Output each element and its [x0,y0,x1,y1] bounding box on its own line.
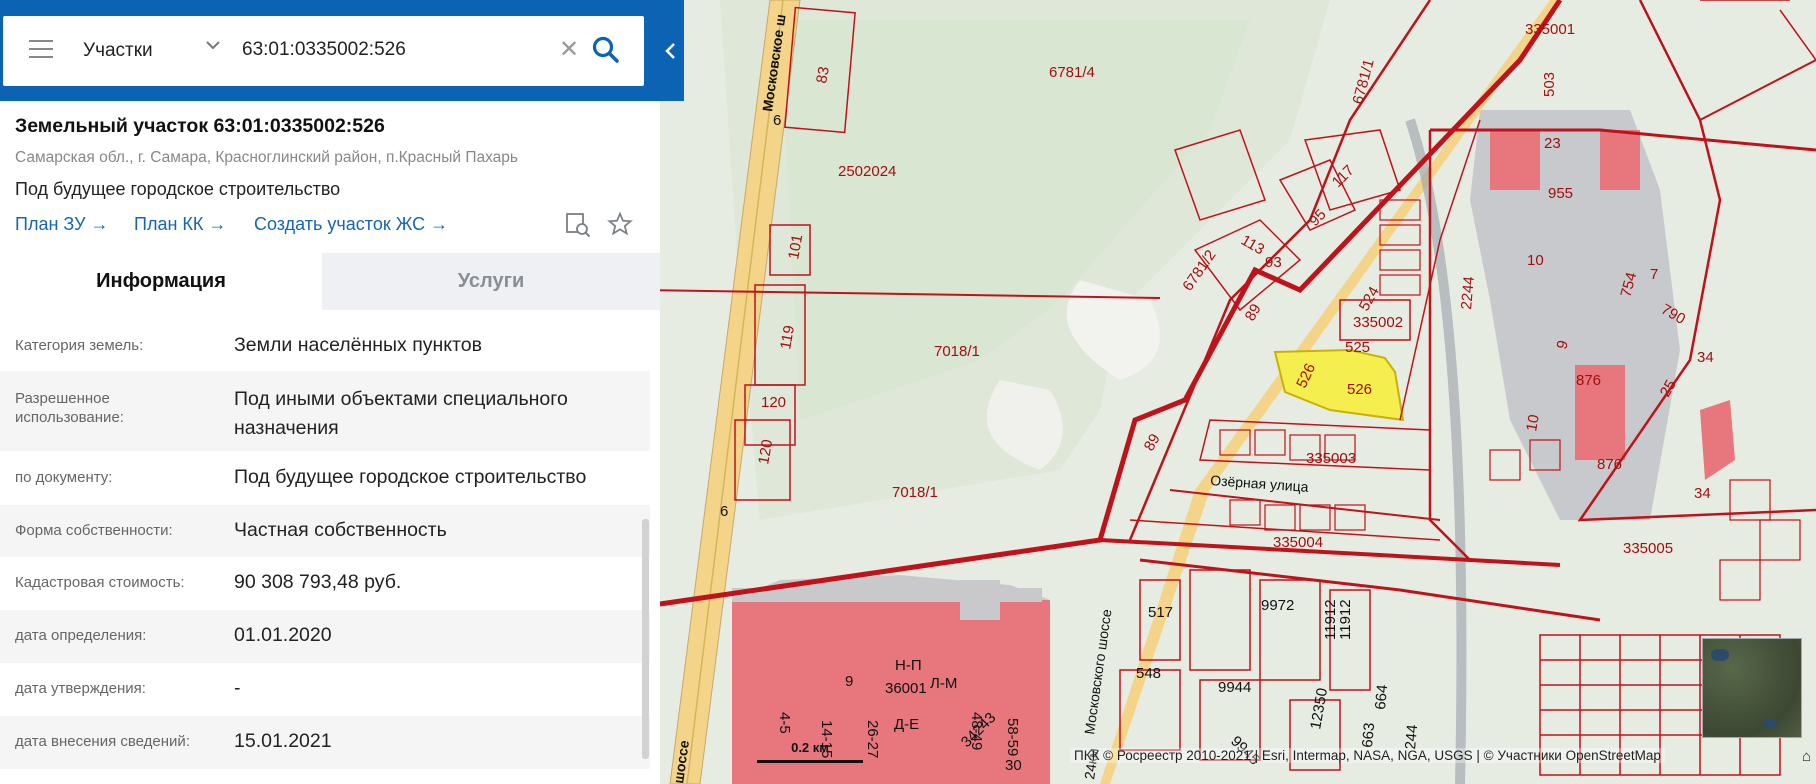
svg-text:6781/4: 6781/4 [1049,64,1095,81]
svg-text:11912: 11912 [1337,599,1354,640]
clear-icon[interactable]: ✕ [559,35,579,64]
minimap-water [1763,719,1777,727]
svg-text:7018/1: 7018/1 [892,484,938,501]
property-key: Категория земель: [15,337,144,354]
svg-text:7018/1: 7018/1 [934,343,980,360]
svg-text:83: 83 [813,65,833,84]
svg-text:30: 30 [1005,757,1022,774]
property-row: Категория земель: Земли населённых пункт… [0,321,650,371]
property-row: Форма собственности: Частная собственнос… [0,505,650,557]
property-row: дата утверждения: - [0,663,650,716]
svg-text:23: 23 [1544,135,1561,152]
svg-text:2502024: 2502024 [838,163,896,180]
property-key: дата внесения сведений: [15,733,190,750]
info-panel: Земельный участок 63:01:0335002:526 Сама… [0,101,660,784]
property-value: Земли населённых пунктов [234,334,482,356]
svg-text:34: 34 [1694,485,1711,502]
basemap-switcher[interactable] [1702,638,1802,738]
svg-text:58-59: 58-59 [1004,718,1021,756]
parcel-purpose: Под будущее городское строительство [15,179,341,199]
svg-text:876: 876 [1576,372,1601,389]
property-row: Разрешенное использование: Под иными объ… [0,371,650,451]
svg-text:335005: 335005 [1623,540,1673,557]
svg-text:663: 663 [1359,722,1378,748]
svg-text:6: 6 [720,503,728,520]
svg-text:9944: 9944 [1218,679,1251,696]
parcel-address: Самарская обл., г. Самара, Красноглински… [15,149,518,166]
property-value: 90 308 793,48 руб. [234,571,402,593]
svg-text:335003: 335003 [1306,450,1356,467]
property-value: 15.01.2021 [234,730,332,752]
map-attribution: ПКК © Росреестр 2010-2021 | Esri, Interm… [1070,748,1665,763]
scale-line [757,760,863,763]
property-value: 01.01.2020 [234,624,332,646]
search-type-select[interactable]: Участки [83,40,153,62]
menu-icon[interactable] [29,40,53,60]
svg-text:525: 525 [1345,339,1370,356]
svg-text:Д-Е: Д-Е [894,716,919,733]
svg-text:26-27: 26-27 [864,720,881,758]
chevron-left-icon [660,38,682,64]
property-row: дата определения: 01.01.2020 [0,610,650,663]
svg-text:Н-П: Н-П [895,657,922,674]
svg-text:36001: 36001 [885,680,927,697]
svg-text:10: 10 [1527,252,1544,269]
page-title: Земельный участок 63:01:0335002:526 [15,115,385,137]
plan-kk-link[interactable]: План КК → [134,214,226,235]
svg-text:34: 34 [1697,349,1714,366]
star-icon[interactable] [607,211,633,237]
svg-text:664: 664 [1372,684,1391,710]
svg-text:120: 120 [761,394,786,411]
svg-text:517: 517 [1148,604,1173,621]
plan-zu-link[interactable]: План ЗУ → [15,214,109,235]
search-bar: Участки ✕ [0,0,684,101]
property-value: - [234,677,241,699]
property-value: Частная собственность [234,519,447,541]
property-value: Под будущее городское строительство [234,466,587,488]
svg-text:Л-М: Л-М [930,675,957,692]
svg-text:335001: 335001 [1525,21,1575,38]
property-key: дата определения: [15,627,147,644]
svg-text:335002: 335002 [1353,314,1403,331]
search-box: Участки ✕ [3,16,644,86]
search-icon[interactable] [591,35,621,65]
create-zs-link[interactable]: Создать участок ЖС → [254,214,448,235]
svg-text:955: 955 [1548,185,1573,202]
home-icon[interactable]: ⌂ [1802,748,1811,765]
property-row: Кадастровая стоимость: 90 308 793,48 руб… [0,557,650,610]
svg-text:335004: 335004 [1273,534,1323,551]
svg-text:10: 10 [1523,413,1543,432]
property-row: по документу: Под будущее городское стро… [0,451,650,505]
svg-text:244: 244 [1402,724,1421,750]
collapse-panel-button[interactable] [660,38,682,64]
scrollbar[interactable] [642,519,649,759]
property-value: Под иными объектами специального назначе… [234,388,568,439]
property-row: дата внесения сведений: 15.01.2021 [0,716,650,769]
tab-info[interactable]: Информация [0,253,322,310]
property-key: Разрешенное использование: [15,390,124,426]
minimap-water [1711,649,1729,661]
tab-services[interactable]: Услуги [322,253,660,310]
svg-text:6: 6 [773,112,781,129]
svg-text:7: 7 [1650,266,1658,283]
layer-search-icon[interactable] [565,212,591,238]
tab-bar: Информация Услуги [0,253,660,310]
scale-bar: 0.2 км [757,740,863,763]
property-key: по документу: [15,469,113,486]
svg-text:9972: 9972 [1261,597,1294,614]
search-input[interactable] [240,38,544,62]
svg-text:9: 9 [845,673,853,690]
svg-text:876: 876 [1597,456,1622,473]
svg-text:526: 526 [1347,381,1372,398]
property-key: Кадастровая стоимость: [15,574,185,591]
svg-text:503: 503 [1541,72,1558,97]
svg-text:4-5: 4-5 [776,712,793,734]
property-key: Форма собственности: [15,522,173,539]
svg-text:548: 548 [1136,665,1161,682]
chevron-down-icon[interactable] [205,38,221,56]
property-key: дата утверждения: [15,680,146,697]
scale-label: 0.2 км [791,740,829,755]
svg-text:2244: 2244 [1458,276,1478,311]
svg-text:93: 93 [1265,254,1282,271]
